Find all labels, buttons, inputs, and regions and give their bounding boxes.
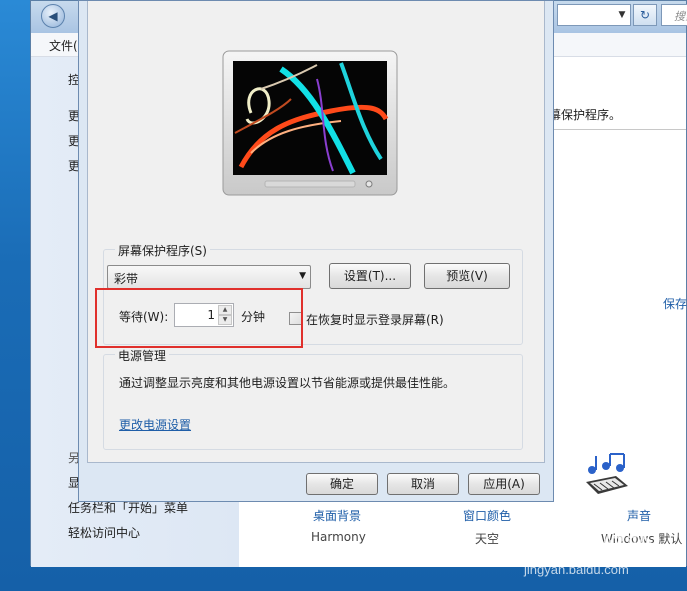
wait-minutes-stepper[interactable]: 1 ▲ ▼ xyxy=(174,303,234,327)
baidu-watermark: Baidu 经验 jingyan.baidu.com xyxy=(520,528,680,588)
screensaver-select[interactable]: 彩带 ▼ xyxy=(107,265,311,289)
screensaver-group-label: 屏幕保护程序(S) xyxy=(115,242,210,259)
watermark-url: jingyan.baidu.com xyxy=(524,562,629,577)
search-input[interactable]: 搜索控制 xyxy=(661,4,687,26)
sound-icon[interactable] xyxy=(582,452,632,500)
apply-button[interactable]: 应用(A) xyxy=(468,473,540,495)
ok-button[interactable]: 确定 xyxy=(306,473,378,495)
change-power-settings-link[interactable]: 更改电源设置 xyxy=(119,416,191,433)
screensaver-text: 幕保护程序。 xyxy=(549,108,622,122)
resume-logon-checkbox[interactable] xyxy=(289,312,302,325)
cancel-button[interactable]: 取消 xyxy=(387,473,459,495)
settings-button[interactable]: 设置(T)... xyxy=(329,263,411,289)
monitor-preview xyxy=(222,50,398,196)
wait-label: 等待(W): xyxy=(119,310,169,324)
chevron-down-icon[interactable]: ▼ xyxy=(614,5,630,25)
preview-button[interactable]: 预览(V) xyxy=(424,263,510,289)
save-theme-link[interactable]: 保存 xyxy=(663,295,687,312)
address-bar[interactable]: ▼ xyxy=(557,4,631,26)
spin-up-icon[interactable]: ▲ xyxy=(218,305,232,315)
screensaver-dialog: 屏幕保护程序(S) 彩带 ▼ 设置(T)... 预览(V) 等待(W): 1 ▲… xyxy=(78,0,554,502)
power-management-group xyxy=(103,354,523,450)
screensaver-select-value: 彩带 xyxy=(114,272,139,286)
sound-link[interactable]: 声音 xyxy=(627,507,651,524)
resume-logon-label[interactable]: 在恢复时显示登录屏幕(R) xyxy=(306,311,444,328)
sidebar-item-ease-of-access[interactable]: 轻松访问中心 xyxy=(68,524,140,541)
menu-file[interactable]: 文件( xyxy=(49,37,78,54)
desktop-background-link[interactable]: 桌面背景 xyxy=(313,507,361,524)
divider xyxy=(549,129,686,130)
watermark-logo: Baidu 经验 xyxy=(528,533,652,563)
power-management-description: 通过调整显示亮度和其他电源设置以节省能源或提供最佳性能。 xyxy=(119,376,456,390)
desktop-background-value: Harmony xyxy=(311,530,366,544)
wait-minutes-value: 1 xyxy=(207,308,215,322)
wait-unit-label: 分钟 xyxy=(241,310,266,324)
chevron-down-icon: ▼ xyxy=(299,271,306,281)
window-color-link[interactable]: 窗口颜色 xyxy=(463,507,511,524)
refresh-icon[interactable]: ↻ xyxy=(633,4,657,26)
spin-down-icon[interactable]: ▼ xyxy=(218,315,232,325)
arrow-left-icon[interactable]: ◀ xyxy=(41,4,65,28)
power-management-label: 电源管理 xyxy=(115,347,170,364)
window-color-value: 天空 xyxy=(475,532,500,546)
